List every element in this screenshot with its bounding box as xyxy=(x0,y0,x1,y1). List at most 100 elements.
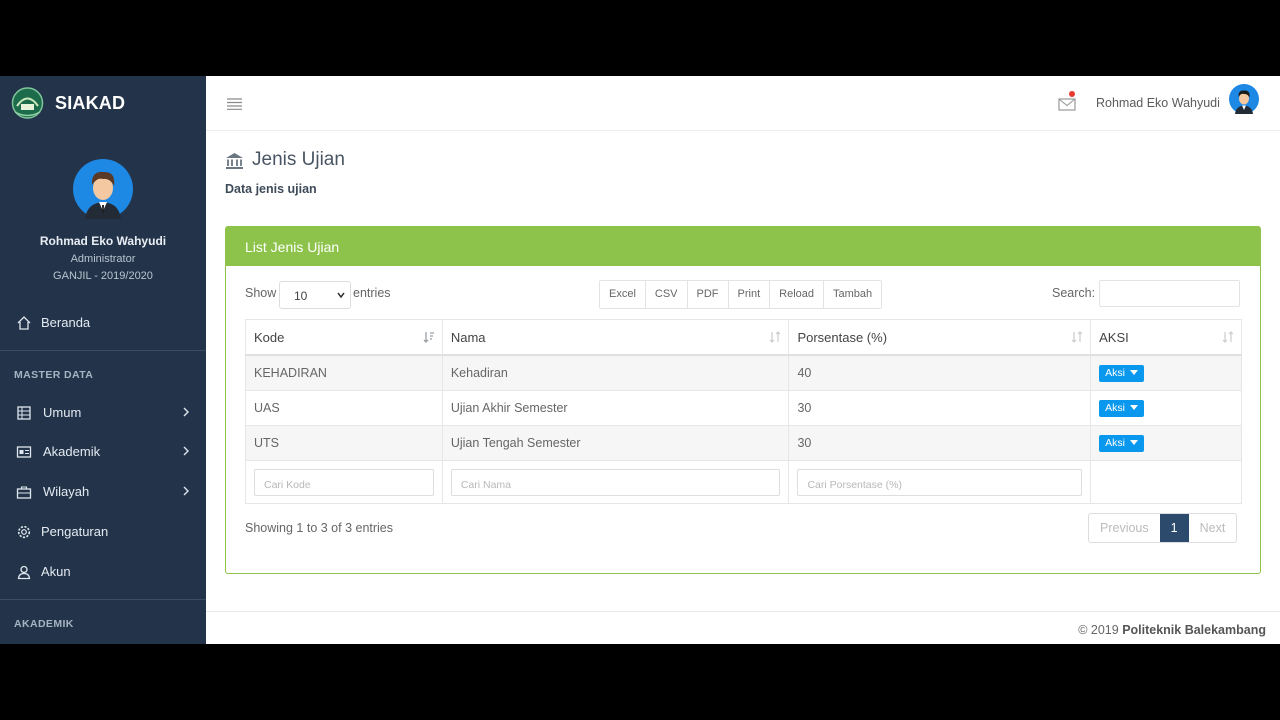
sort-asc-icon xyxy=(423,332,434,343)
export-button-group: Excel CSV PDF Print Reload Tambah xyxy=(599,280,883,309)
table-row[interactable]: UTS Ujian Tengah Semester 30 Aksi xyxy=(245,425,1242,461)
sidebar-item-akun[interactable]: Akun xyxy=(0,554,206,590)
filter-row: Cari Kode Cari Nama Cari Porsentase (%) xyxy=(245,460,1242,504)
mail-icon[interactable] xyxy=(1058,96,1076,112)
print-button[interactable]: Print xyxy=(728,281,771,308)
profile-term: GANJIL - 2019/2020 xyxy=(53,270,153,282)
page-length-value: 10 xyxy=(294,289,308,303)
profile-avatar[interactable] xyxy=(73,159,133,219)
column-header-nama[interactable]: Nama xyxy=(441,319,790,356)
sidebar-item-label: Wilayah xyxy=(43,484,90,499)
csv-button[interactable]: CSV xyxy=(645,281,688,308)
menu-toggle-icon[interactable] xyxy=(227,98,242,110)
filter-nama-input[interactable]: Cari Nama xyxy=(450,468,781,496)
cell-aksi: Aksi xyxy=(1090,390,1242,426)
table-row[interactable]: UAS Ujian Akhir Semester 30 Aksi xyxy=(245,390,1242,426)
footer-text: © 2019 Politeknik Balekambang xyxy=(1078,623,1266,637)
sidebar-item-label: Akademik xyxy=(43,444,101,459)
header-avatar[interactable] xyxy=(1229,84,1259,114)
excel-button[interactable]: Excel xyxy=(600,281,646,308)
filter-kode-input[interactable]: Cari Kode xyxy=(254,468,434,496)
page-title-text: Jenis Ujian xyxy=(252,149,345,170)
app-window: SIAKAD Rohmad Eko Wahyudi Administrator … xyxy=(0,76,1280,644)
cell-kode: UTS xyxy=(245,425,443,461)
sidebar-item-pengaturan[interactable]: Pengaturan xyxy=(0,514,206,550)
search-input[interactable] xyxy=(1099,280,1240,307)
column-label: Porsentase (%) xyxy=(797,329,888,345)
cell-nama: Ujian Tengah Semester xyxy=(441,425,790,461)
chevron-right-icon xyxy=(183,486,189,496)
home-icon xyxy=(17,316,31,330)
sidebar-divider xyxy=(0,350,206,351)
column-header-porsentase[interactable]: Porsentase (%) xyxy=(788,319,1092,356)
brand-title: SIAKAD xyxy=(55,93,126,113)
filter-cell: Cari Kode xyxy=(245,460,443,504)
sidebar-item-akademik[interactable]: Akademik xyxy=(0,434,206,470)
page-button-1[interactable]: 1 xyxy=(1159,514,1189,542)
cell-kode: UAS xyxy=(245,390,443,426)
reload-button[interactable]: Reload xyxy=(770,281,825,308)
column-header-aksi[interactable]: AKSI xyxy=(1090,319,1242,356)
cell-nama: Ujian Akhir Semester xyxy=(441,390,790,426)
section-title-akademik: AKADEMIK xyxy=(14,618,74,630)
profile-role: Administrator xyxy=(70,253,136,265)
aksi-dropdown-button[interactable]: Aksi xyxy=(1099,364,1144,382)
page-length-select[interactable]: 10 xyxy=(279,281,351,309)
sidebar-item-beranda[interactable]: Beranda xyxy=(0,305,206,341)
aksi-dropdown-button[interactable]: Aksi xyxy=(1099,399,1144,417)
logo-icon xyxy=(11,87,44,119)
notification-dot xyxy=(1069,91,1075,97)
footer-org[interactable]: Politeknik Balekambang xyxy=(1122,623,1266,637)
next-button[interactable]: Next xyxy=(1189,514,1237,542)
filter-cell-empty xyxy=(1090,460,1242,504)
search-label: Search: xyxy=(1052,286,1096,300)
cell-aksi: Aksi xyxy=(1090,425,1242,461)
tambah-button[interactable]: Tambah xyxy=(824,281,882,308)
aksi-label: Aksi xyxy=(1105,366,1125,379)
sidebar: SIAKAD Rohmad Eko Wahyudi Administrator … xyxy=(0,76,206,644)
sidebar-item-label: Beranda xyxy=(41,315,91,330)
cell-kode: KEHADIRAN xyxy=(245,354,443,391)
chevron-right-icon xyxy=(183,407,189,417)
panel-title: List Jenis Ujian xyxy=(245,239,340,255)
sidebar-item-label: Akun xyxy=(41,564,71,579)
entries-label: entries xyxy=(353,286,391,300)
sort-icon xyxy=(1222,331,1234,343)
filter-porsentase-input[interactable]: Cari Porsentase (%) xyxy=(797,468,1083,496)
column-header-kode[interactable]: Kode xyxy=(245,319,443,356)
cell-porsentase: 30 xyxy=(788,425,1092,461)
cell-porsentase: 30 xyxy=(788,390,1092,426)
sidebar-item-umum[interactable]: Umum xyxy=(0,395,206,431)
aksi-label: Aksi xyxy=(1105,436,1125,449)
id-card-icon xyxy=(16,446,32,458)
user-icon xyxy=(17,565,31,580)
aksi-label: Aksi xyxy=(1105,401,1125,414)
sidebar-item-label: Umum xyxy=(43,405,82,420)
aksi-dropdown-button[interactable]: Aksi xyxy=(1099,434,1144,452)
brand[interactable]: SIAKAD xyxy=(0,76,206,130)
sidebar-item-wilayah[interactable]: Wilayah xyxy=(0,474,206,510)
building-icon xyxy=(17,406,31,420)
filter-cell: Cari Nama xyxy=(441,460,790,504)
sort-icon xyxy=(770,331,781,343)
data-table: Kode Nama Porsentase (%) AKSI KEHADIRAN … xyxy=(245,319,1242,504)
table-header-row: Kode Nama Porsentase (%) AKSI xyxy=(245,319,1242,356)
profile-name: Rohmad Eko Wahyudi xyxy=(39,234,167,248)
pdf-button[interactable]: PDF xyxy=(687,281,729,308)
pagination: Previous 1 Next xyxy=(1088,513,1238,543)
table-row[interactable]: KEHADIRAN Kehadiran 40 Aksi xyxy=(245,354,1242,391)
sidebar-divider xyxy=(0,599,206,600)
filter-cell: Cari Porsentase (%) xyxy=(788,460,1092,504)
section-title-master-data: MASTER DATA xyxy=(14,369,94,381)
show-label: Show xyxy=(245,286,277,300)
column-label: Kode xyxy=(254,329,285,345)
sort-icon xyxy=(1071,331,1083,343)
caret-down-icon xyxy=(1129,405,1138,411)
previous-button[interactable]: Previous xyxy=(1089,514,1160,542)
header-user-name[interactable]: Rohmad Eko Wahyudi xyxy=(1096,96,1220,110)
briefcase-icon xyxy=(16,486,32,499)
chevron-down-icon xyxy=(337,292,345,299)
gear-icon xyxy=(17,525,31,539)
footer: © 2019 Politeknik Balekambang xyxy=(206,611,1280,644)
table-info: Showing 1 to 3 of 3 entries xyxy=(245,521,394,535)
